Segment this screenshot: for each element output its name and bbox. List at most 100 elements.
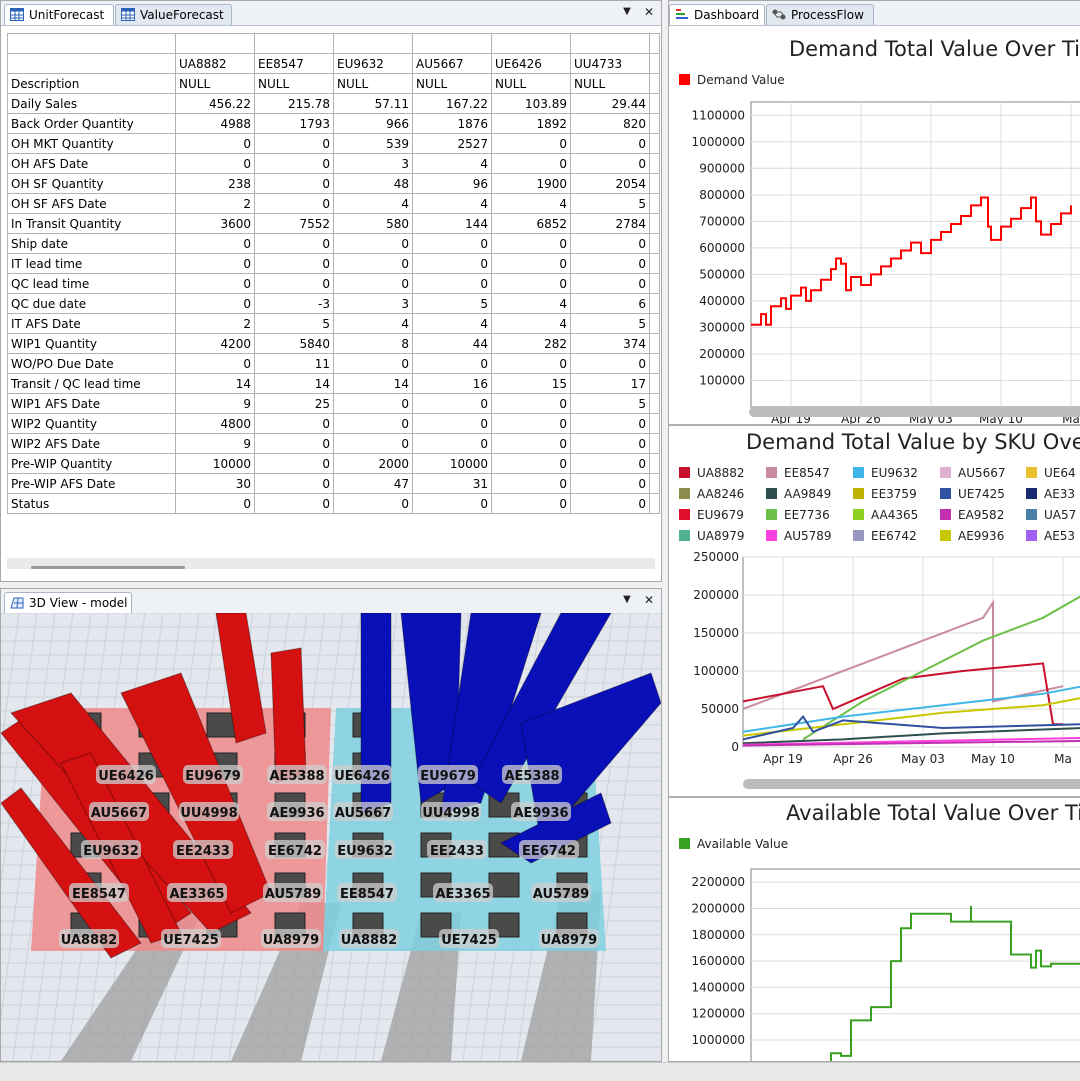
table-cell[interactable]: NULL — [254, 73, 334, 94]
table-cell[interactable]: 0 — [333, 353, 413, 374]
table-cell[interactable]: 0 — [412, 233, 492, 254]
table-cell[interactable]: 2784 — [570, 213, 650, 234]
table-cell[interactable]: 0 — [491, 453, 571, 474]
table-cell[interactable]: NULL — [491, 73, 571, 94]
table-cell[interactable]: 5840 — [254, 333, 334, 354]
table-cell[interactable] — [649, 173, 660, 194]
table-cell[interactable]: 0 — [333, 253, 413, 274]
table-cell[interactable]: 4 — [333, 313, 413, 334]
table-cell[interactable]: 9 — [175, 433, 255, 454]
table-cell[interactable]: 0 — [175, 233, 255, 254]
table-cell[interactable]: 0 — [254, 473, 334, 494]
table-cell[interactable] — [649, 473, 660, 494]
table-cell[interactable]: 4200 — [175, 333, 255, 354]
table-cell[interactable]: 0 — [333, 433, 413, 454]
table-cell[interactable]: 0 — [570, 133, 650, 154]
table-cell[interactable]: 0 — [254, 273, 334, 294]
table-cell[interactable]: 966 — [333, 113, 413, 134]
table-cell[interactable]: 0 — [412, 273, 492, 294]
table-cell[interactable]: 14 — [333, 373, 413, 394]
table-cell[interactable] — [649, 373, 660, 394]
table-cell[interactable]: 456.22 — [175, 93, 255, 114]
table-cell[interactable]: 5 — [570, 393, 650, 414]
table-cell[interactable] — [649, 33, 660, 54]
sku-label[interactable]: AE3365 — [433, 883, 493, 902]
row-label[interactable]: WIP2 AFS Date — [7, 433, 176, 454]
table-cell[interactable]: 2054 — [570, 173, 650, 194]
table-cell[interactable]: 0 — [254, 153, 334, 174]
table-cell[interactable]: 374 — [570, 333, 650, 354]
column-header[interactable]: EE8547 — [254, 53, 334, 74]
table-cell[interactable]: 0 — [254, 253, 334, 274]
row-label[interactable]: WIP1 Quantity — [7, 333, 176, 354]
column-header[interactable]: EU9632 — [333, 53, 413, 74]
table-cell[interactable]: NULL — [175, 73, 255, 94]
table-cell[interactable]: 0 — [175, 493, 255, 514]
row-label[interactable]: Description — [7, 73, 176, 94]
tab-unit-forecast[interactable]: UnitForecast — [4, 4, 114, 25]
table-cell[interactable]: 14 — [254, 373, 334, 394]
row-label[interactable]: WO/PO Due Date — [7, 353, 176, 374]
table-cell[interactable] — [649, 453, 660, 474]
table-cell[interactable]: 0 — [412, 393, 492, 414]
table-cell[interactable] — [649, 193, 660, 214]
table-cell[interactable]: 25 — [254, 393, 334, 414]
column-header[interactable]: AU5667 — [412, 53, 492, 74]
table-cell[interactable] — [649, 393, 660, 414]
sku-label[interactable]: EU9632 — [335, 840, 395, 859]
table-cell[interactable]: NULL — [412, 73, 492, 94]
table-cell[interactable]: 1876 — [412, 113, 492, 134]
sku-label[interactable]: EE2433 — [427, 840, 487, 859]
table-cell[interactable]: 4 — [491, 193, 571, 214]
table-cell[interactable]: 4 — [333, 193, 413, 214]
table-cell[interactable]: 7552 — [254, 213, 334, 234]
sku-label[interactable]: UA8882 — [339, 929, 399, 948]
row-label[interactable]: QC due date — [7, 293, 176, 314]
table-cell[interactable] — [7, 33, 176, 54]
table-cell[interactable]: 0 — [333, 233, 413, 254]
table-cell[interactable]: 0 — [491, 393, 571, 414]
table-cell[interactable]: NULL — [570, 73, 650, 94]
table-cell[interactable] — [412, 33, 492, 54]
table-cell[interactable]: 16 — [412, 373, 492, 394]
table-cell[interactable]: 539 — [333, 133, 413, 154]
table-cell[interactable]: 6 — [570, 293, 650, 314]
table-cell[interactable]: 4 — [491, 313, 571, 334]
table-cell[interactable]: 0 — [254, 453, 334, 474]
table-cell[interactable]: 57.11 — [333, 93, 413, 114]
table-cell[interactable]: 0 — [570, 493, 650, 514]
table-cell[interactable]: 0 — [491, 433, 571, 454]
column-header[interactable]: UE6426 — [491, 53, 571, 74]
table-cell[interactable] — [649, 273, 660, 294]
row-label[interactable]: Back Order Quantity — [7, 113, 176, 134]
table-cell[interactable]: 2000 — [333, 453, 413, 474]
table-cell[interactable]: 0 — [412, 493, 492, 514]
table-cell[interactable]: 0 — [333, 393, 413, 414]
sku-label[interactable]: EU9632 — [81, 840, 141, 859]
table-cell[interactable]: 11 — [254, 353, 334, 374]
table-cell[interactable]: 14 — [175, 373, 255, 394]
row-label[interactable]: IT AFS Date — [7, 313, 176, 334]
sku-label[interactable]: EU9679 — [418, 765, 478, 784]
sku-label[interactable]: EE2433 — [173, 840, 233, 859]
table-cell[interactable] — [649, 353, 660, 374]
table-cell[interactable] — [649, 73, 660, 94]
table-cell[interactable]: 215.78 — [254, 93, 334, 114]
table-cell[interactable] — [649, 413, 660, 434]
pane-menu-dropdown-icon[interactable]: ▼ — [619, 4, 635, 20]
table-cell[interactable]: 0 — [333, 273, 413, 294]
sku-label[interactable]: UE7425 — [439, 929, 499, 948]
table-cell[interactable]: 10000 — [412, 453, 492, 474]
sku-label[interactable]: AE5388 — [267, 765, 327, 784]
table-cell[interactable]: 103.89 — [491, 93, 571, 114]
table-cell[interactable]: 4 — [412, 153, 492, 174]
sku-label[interactable]: UE6426 — [332, 765, 392, 784]
table-cell[interactable] — [649, 433, 660, 454]
table-cell[interactable] — [333, 33, 413, 54]
table-cell[interactable]: 0 — [412, 253, 492, 274]
chart2-scrollbar[interactable] — [743, 779, 1080, 789]
table-cell[interactable]: 0 — [254, 173, 334, 194]
table-cell[interactable]: 0 — [491, 473, 571, 494]
sku-label[interactable]: UU4998 — [421, 802, 481, 821]
table-cell[interactable]: 96 — [412, 173, 492, 194]
